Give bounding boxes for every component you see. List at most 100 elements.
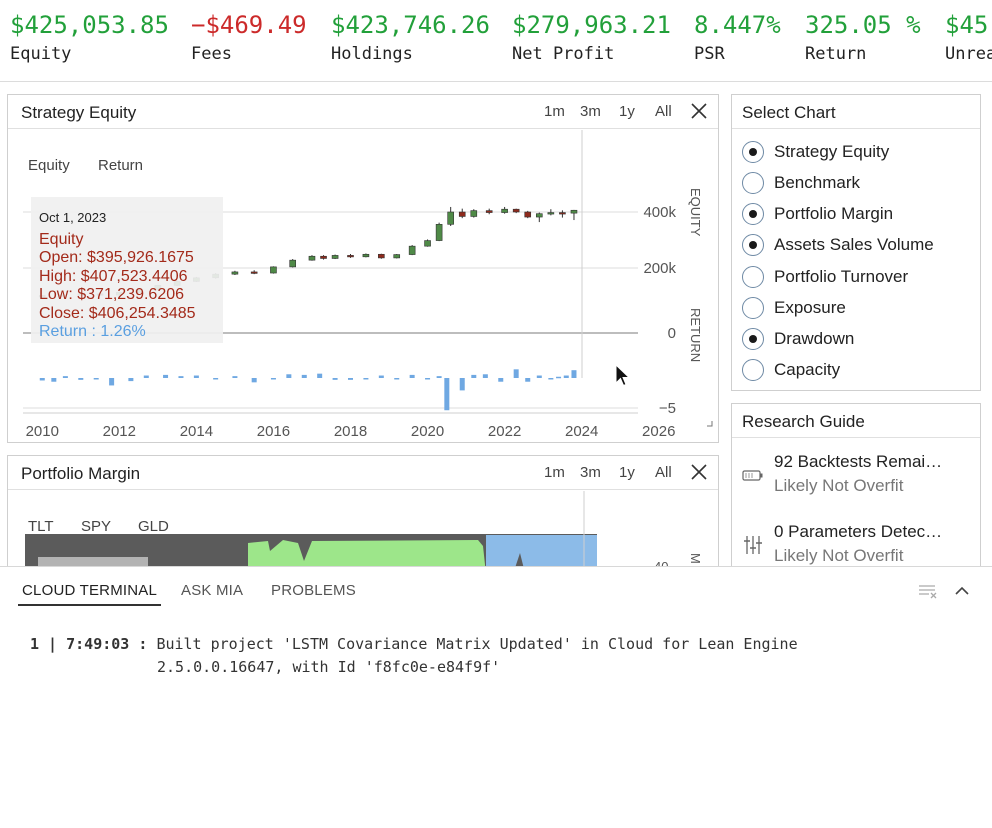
return-bar	[317, 373, 323, 378]
tooltip-return: Return : 1.26%	[39, 323, 146, 340]
terminal-line-continuation: 2.5.0.0.16647, with Id 'f8fc0e-e84f9f'	[157, 658, 501, 676]
select-chart-panel: Select Chart Strategy Equity Benchmark P…	[731, 94, 981, 391]
stat-label: Net Profit	[512, 44, 615, 64]
radio-checked[interactable]	[742, 203, 764, 225]
equity-candle	[570, 209, 578, 214]
x-tick-label: 2018	[334, 423, 367, 440]
equity-candle	[308, 255, 316, 261]
guide-item-backtests[interactable]: 92 Backtests Remai… Likely Not Overfit	[742, 452, 970, 504]
x-tick-label: 2020	[411, 423, 444, 440]
strategy-equity-panel: Strategy Equity 1m 3m 1y All Equity Retu…	[7, 94, 719, 443]
radio-unchecked[interactable]	[742, 266, 764, 288]
chevron-up-icon[interactable]	[951, 581, 973, 601]
return-bar	[425, 378, 431, 380]
return-bar	[93, 378, 99, 380]
x-tick-label: 2012	[103, 423, 136, 440]
tab-problems[interactable]: PROBLEMS	[271, 582, 356, 599]
equity-candle	[535, 213, 543, 218]
portfolio-margin-chart: TLT SPY GLD 40 M	[25, 491, 703, 572]
clear-terminal-icon[interactable]	[917, 581, 939, 601]
equity-candle	[289, 259, 297, 268]
option-label: Exposure	[774, 298, 846, 317]
return-bar	[109, 378, 115, 386]
battery-icon	[742, 470, 763, 481]
return-series	[39, 369, 577, 411]
tooltip-high: High: $407,523.4406	[39, 267, 188, 285]
guide-item-title: 0 Parameters Detec…	[774, 522, 943, 541]
stat-equity: $425,053.85 Equity	[10, 10, 169, 66]
return-bar	[39, 378, 45, 381]
legend-spy[interactable]: SPY	[81, 518, 111, 535]
radio-checked[interactable]	[742, 328, 764, 350]
equity-candle	[547, 212, 555, 215]
equity-candle	[512, 208, 520, 213]
terminal-output: 1 | 7:49:03 : Built project 'LSTM Covari…	[30, 633, 798, 679]
return-bar	[163, 374, 169, 378]
margin-axis-label: M	[688, 553, 703, 564]
close-icon[interactable]	[690, 101, 708, 121]
option-label: Portfolio Turnover	[774, 267, 909, 286]
range-3m-button[interactable]: 3m	[580, 464, 601, 481]
stat-label: Equity	[10, 44, 72, 64]
statistics-bar: $425,053.85 Equity −$469.49 Fees $423,74…	[0, 0, 992, 82]
return-bar	[301, 374, 307, 378]
legend-tlt[interactable]: TLT	[28, 518, 54, 535]
panel-title: Portfolio Margin	[21, 464, 141, 483]
terminal-panel: CLOUD TERMINAL ASK MIA PROBLEMS 1 | 7:49…	[0, 566, 992, 828]
return-bar	[363, 378, 369, 380]
stat-value: $425,053.85	[10, 11, 169, 39]
stat-net-profit: $279,963.21 Net Profit	[512, 10, 671, 66]
tooltip-date: Oct 1, 2023	[39, 210, 107, 225]
tab-ask-mia[interactable]: ASK MIA	[181, 582, 243, 599]
stat-label: Fees	[191, 44, 232, 64]
x-tick-label: 2016	[257, 423, 290, 440]
equity-candle	[458, 211, 466, 217]
guide-item-title: 92 Backtests Remai…	[774, 452, 943, 471]
radio-unchecked[interactable]	[742, 172, 764, 194]
range-all-button[interactable]: All	[655, 103, 672, 120]
panel-title: Select Chart	[742, 103, 836, 122]
stat-value: $45,	[945, 11, 992, 39]
portfolio-margin-panel: Portfolio Margin 1m 3m 1y All TLT SPY GL…	[7, 455, 719, 573]
option-label: Assets Sales Volume	[774, 235, 934, 254]
resize-handle-icon[interactable]	[707, 421, 713, 427]
return-bar	[444, 378, 450, 411]
guide-item-subtitle: Likely Not Overfit	[774, 476, 904, 495]
x-tick-label: 2010	[26, 423, 59, 440]
return-bar	[498, 378, 504, 382]
range-1y-button[interactable]: 1y	[619, 103, 635, 120]
tooltip-close: Close: $406,254.3485	[39, 304, 196, 322]
research-guide-panel: Research Guide 92 Backtests Remai… Likel…	[731, 403, 981, 573]
tab-cloud-terminal[interactable]: CLOUD TERMINAL	[17, 582, 162, 606]
tooltip-low: Low: $371,239.6206	[39, 286, 185, 303]
return-bar	[556, 376, 562, 379]
range-1y-button[interactable]: 1y	[619, 464, 635, 481]
stat-label: Return	[805, 44, 867, 64]
return-bar	[232, 376, 238, 378]
legend-gld[interactable]: GLD	[138, 518, 169, 535]
equity-candle	[424, 240, 431, 247]
range-3m-button[interactable]: 3m	[580, 103, 601, 120]
panel-header: Research Guide	[732, 404, 980, 438]
y-tick-label: 0	[668, 325, 676, 342]
stat-value: $279,963.21	[512, 11, 671, 39]
line-message: Built project 'LSTM Covariance Matrix Up…	[156, 635, 798, 653]
radio-unchecked[interactable]	[742, 297, 764, 319]
terminal-line: 1 | 7:49:03 : Built project 'LSTM Covari…	[30, 635, 798, 653]
return-bar	[128, 378, 134, 382]
sliders-icon	[744, 536, 762, 554]
y-tick-label: 400k	[643, 204, 676, 221]
radio-checked[interactable]	[742, 234, 764, 256]
return-bar	[513, 369, 519, 378]
equity-candle	[378, 253, 385, 259]
close-icon[interactable]	[690, 462, 708, 482]
radio-unchecked[interactable]	[742, 359, 764, 381]
y-tick-label: −5	[659, 400, 676, 417]
range-all-button[interactable]: All	[655, 464, 672, 481]
radio-checked[interactable]	[742, 141, 764, 163]
stat-label: PSR	[694, 44, 725, 64]
equity-candle	[250, 271, 258, 274]
return-bar	[270, 378, 276, 380]
range-1m-button[interactable]: 1m	[544, 464, 565, 481]
range-1m-button[interactable]: 1m	[544, 103, 565, 120]
